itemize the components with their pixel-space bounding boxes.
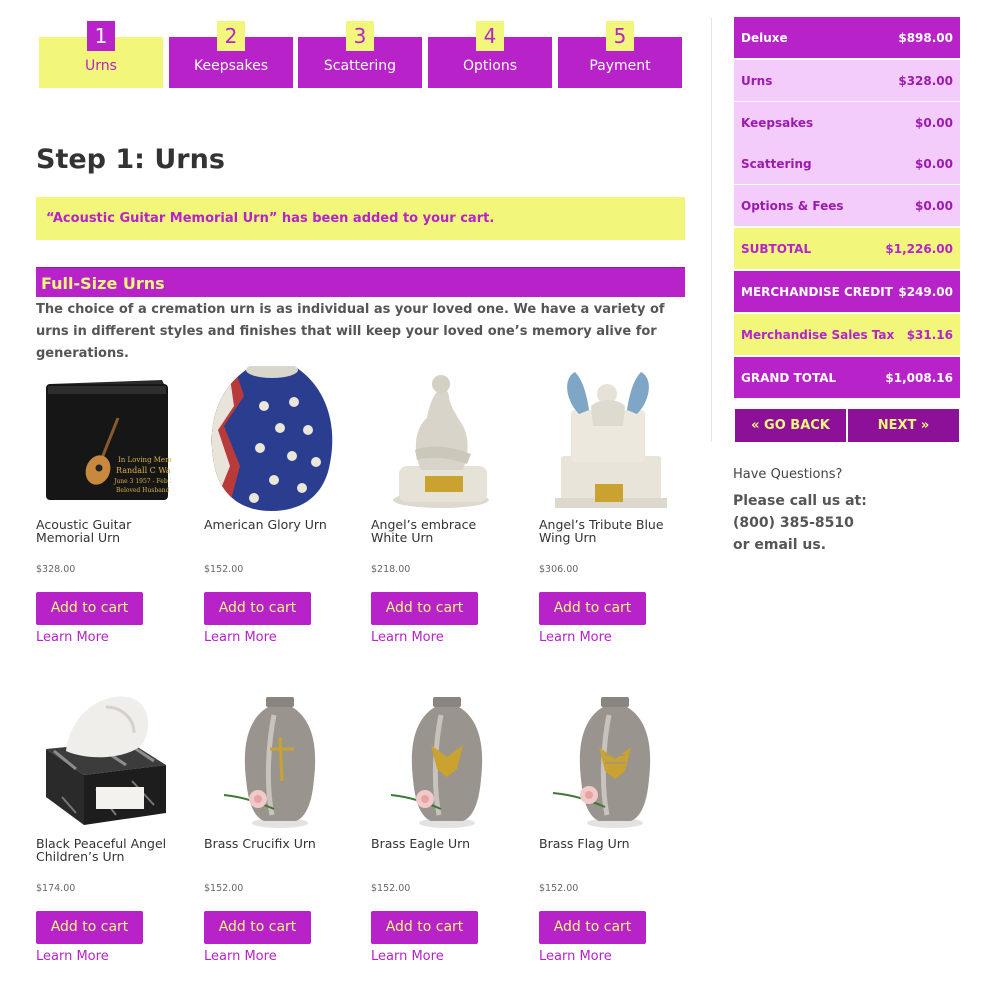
product-price: $306.00 xyxy=(539,564,579,575)
learn-more-link[interactable]: Learn More xyxy=(371,630,444,645)
step-tab-options[interactable]: 4 Options xyxy=(428,21,552,88)
marble-angel-urn-icon[interactable] xyxy=(36,685,171,830)
cart-row-options-fees: Options & Fees $0.00 xyxy=(734,185,960,226)
cart-row-merchandise-credit: MERCHANDISE CREDIT $249.00 xyxy=(734,271,960,312)
cart-row-value: $328.00 xyxy=(898,73,953,88)
step-number: 2 xyxy=(217,21,245,51)
learn-more-link[interactable]: Learn More xyxy=(36,949,109,964)
learn-more-link[interactable]: Learn More xyxy=(204,630,277,645)
pewter-vase-urn-icon[interactable] xyxy=(204,685,339,830)
learn-more-link[interactable]: Learn More xyxy=(36,630,109,645)
step-number: 3 xyxy=(346,21,374,51)
cart-row-value: $249.00 xyxy=(898,284,953,299)
add-to-cart-button[interactable]: Add to cart xyxy=(204,911,311,944)
cart-row-label: Deluxe xyxy=(741,30,788,45)
help-email[interactable]: or email us. xyxy=(733,534,867,556)
learn-more-link[interactable]: Learn More xyxy=(539,949,612,964)
cart-row-value: $898.00 xyxy=(898,30,953,45)
add-to-cart-button[interactable]: Add to cart xyxy=(539,911,646,944)
svg-text:Randall C Wade: Randall C Wade xyxy=(116,466,171,475)
flag-vase-urn-icon[interactable] xyxy=(204,366,339,511)
cart-row-deluxe: Deluxe $898.00 xyxy=(734,17,960,58)
cart-row-scattering: Scattering $0.00 xyxy=(734,143,960,184)
step-tab-keepsakes[interactable]: 2 Keepsakes xyxy=(169,21,293,88)
cart-row-keepsakes: Keepsakes $0.00 xyxy=(734,102,960,143)
svg-text:In Loving Memory: In Loving Memory xyxy=(118,456,171,464)
cart-row-value: $31.16 xyxy=(906,327,953,342)
cart-row-value: $0.00 xyxy=(915,115,953,130)
cart-row-label: MERCHANDISE CREDIT xyxy=(741,284,893,299)
cart-row-value: $0.00 xyxy=(915,198,953,213)
cart-row-subtotal: SUBTOTAL $1,226.00 xyxy=(734,228,960,269)
product-name[interactable]: Acoustic Guitar Memorial Urn xyxy=(36,518,181,544)
step-label: Keepsakes xyxy=(194,58,268,74)
add-to-cart-button[interactable]: Add to cart xyxy=(36,911,143,944)
product-name[interactable]: Brass Flag Urn xyxy=(539,837,684,850)
learn-more-link[interactable]: Learn More xyxy=(371,949,444,964)
add-to-cart-button[interactable]: Add to cart xyxy=(371,592,478,625)
svg-text:June 3 1957 - Feb 3 2012: June 3 1957 - Feb 3 2012 xyxy=(113,478,171,485)
go-back-button[interactable]: « GO BACK xyxy=(735,409,846,442)
cart-row-label: Urns xyxy=(741,73,773,88)
product-name[interactable]: Black Peaceful Angel Children’s Urn xyxy=(36,837,181,863)
cart-row-value: $1,008.16 xyxy=(885,370,953,385)
cart-row-label: Keepsakes xyxy=(741,115,814,130)
cart-row-label: Scattering xyxy=(741,156,812,171)
step-tab-urns[interactable]: 1 Urns xyxy=(39,21,163,88)
sidebar-divider xyxy=(711,18,712,442)
product-price: $328.00 xyxy=(36,564,76,575)
product-price: $218.00 xyxy=(371,564,411,575)
add-to-cart-button[interactable]: Add to cart xyxy=(204,592,311,625)
pewter-vase-urn-icon[interactable] xyxy=(371,685,506,830)
product-name[interactable]: Angel’s embrace White Urn xyxy=(371,518,516,544)
angel-urn-icon[interactable] xyxy=(539,366,674,511)
cart-notice: “Acoustic Guitar Memorial Urn” has been … xyxy=(36,197,685,240)
cart-row-grand-total: GRAND TOTAL $1,008.16 xyxy=(734,357,960,398)
step-label: Payment xyxy=(589,58,651,74)
help-contact: Please call us at: (800) 385-8510 or ema… xyxy=(733,490,867,556)
learn-more-link[interactable]: Learn More xyxy=(204,949,277,964)
svg-text:Beloved Husband: Beloved Husband xyxy=(116,487,170,494)
product-price: $152.00 xyxy=(204,883,244,894)
product-price: $174.00 xyxy=(36,883,76,894)
cart-row-value: $0.00 xyxy=(915,156,953,171)
step-label: Options xyxy=(462,58,518,74)
step-number: 4 xyxy=(476,21,504,51)
product-name[interactable]: Brass Crucifix Urn xyxy=(204,837,349,850)
page-title: Step 1: Urns xyxy=(36,144,225,175)
help-phone[interactable]: (800) 385-8510 xyxy=(733,512,867,534)
product-price: $152.00 xyxy=(204,564,244,575)
add-to-cart-button[interactable]: Add to cart xyxy=(36,592,143,625)
cart-row-value: $1,226.00 xyxy=(885,241,953,256)
cart-row-label: Options & Fees xyxy=(741,198,844,213)
section-title: Full-Size Urns xyxy=(36,267,685,297)
step-number: 1 xyxy=(87,21,115,51)
step-number: 5 xyxy=(606,21,634,51)
step-label: Urns xyxy=(85,58,117,74)
add-to-cart-button[interactable]: Add to cart xyxy=(371,911,478,944)
product-price: $152.00 xyxy=(539,883,579,894)
help-question: Have Questions? xyxy=(733,467,843,482)
cart-row-label: SUBTOTAL xyxy=(741,241,812,256)
cart-row-sales-tax: Merchandise Sales Tax $31.16 xyxy=(734,314,960,355)
step-label: Scattering xyxy=(323,58,397,74)
cart-row-label: Merchandise Sales Tax xyxy=(741,327,895,342)
product-price: $152.00 xyxy=(371,883,411,894)
learn-more-link[interactable]: Learn More xyxy=(539,630,612,645)
step-tab-scattering[interactable]: 3 Scattering xyxy=(298,21,422,88)
statue-urn-icon[interactable] xyxy=(371,366,506,511)
product-name[interactable]: Brass Eagle Urn xyxy=(371,837,516,850)
pewter-vase-urn-icon[interactable] xyxy=(539,685,674,830)
black-box-urn-icon[interactable]: In Loving Memory Randall C Wade June 3 1… xyxy=(36,366,171,511)
help-call-label: Please call us at: xyxy=(733,493,867,509)
section-intro: The choice of a cremation urn is as indi… xyxy=(36,302,665,361)
product-name[interactable]: Angel’s Tribute Blue Wing Urn xyxy=(539,518,684,544)
cart-row-label: GRAND TOTAL xyxy=(741,370,837,385)
product-name[interactable]: American Glory Urn xyxy=(204,518,349,531)
next-button[interactable]: NEXT » xyxy=(848,409,959,442)
cart-row-urns: Urns $328.00 xyxy=(734,60,960,101)
step-tab-payment[interactable]: 5 Payment xyxy=(558,21,682,88)
add-to-cart-button[interactable]: Add to cart xyxy=(539,592,646,625)
